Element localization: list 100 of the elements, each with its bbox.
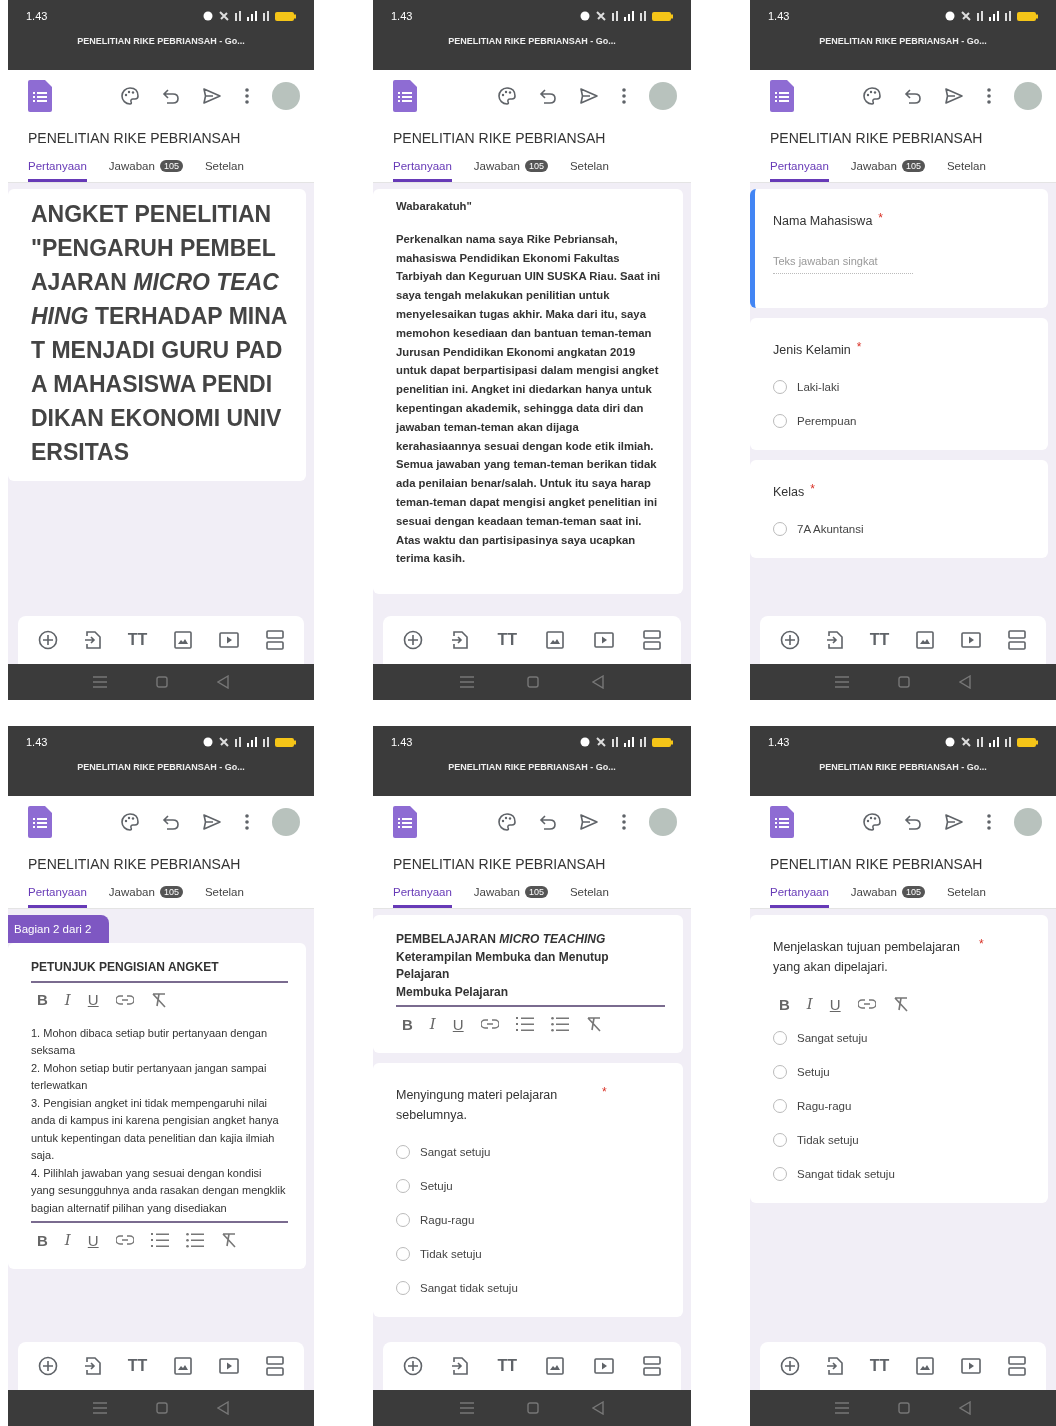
section-icon[interactable] — [266, 630, 284, 650]
home-icon[interactable] — [898, 1402, 910, 1414]
undo-icon[interactable] — [904, 87, 922, 105]
image-icon[interactable] — [546, 631, 565, 649]
image-icon[interactable] — [174, 1357, 193, 1375]
tab[interactable]: Jawaban 105 — [850, 882, 925, 908]
palette-icon[interactable] — [862, 812, 882, 832]
forms-icon[interactable] — [28, 806, 52, 838]
format-button[interactable]: B — [37, 991, 48, 1008]
option-label[interactable]: Laki-laki — [797, 381, 840, 393]
more-icon[interactable] — [244, 87, 250, 105]
forms-icon[interactable] — [393, 806, 417, 838]
send-icon[interactable] — [944, 813, 964, 831]
option-label[interactable]: Ragu-ragu — [420, 1214, 475, 1226]
home-icon[interactable] — [527, 676, 539, 688]
undo-icon[interactable] — [162, 813, 180, 831]
add-icon[interactable] — [403, 1356, 423, 1376]
text-tool-button[interactable]: TT — [497, 1357, 518, 1375]
numbered-list-icon[interactable] — [515, 1016, 534, 1032]
format-button[interactable]: U — [87, 1231, 99, 1249]
clear-format-icon[interactable] — [585, 1016, 602, 1032]
tab[interactable]: Pertanyaan — [770, 882, 829, 908]
image-icon[interactable] — [174, 631, 193, 649]
image-icon[interactable] — [916, 1357, 935, 1375]
option-label[interactable]: Perempuan — [797, 415, 857, 427]
format-button[interactable]: U — [829, 995, 841, 1013]
tab[interactable]: Setelan — [204, 882, 244, 908]
option-label[interactable]: Ragu-ragu — [797, 1100, 852, 1112]
format-button[interactable]: I — [64, 1231, 71, 1249]
option-label[interactable]: 7A Akuntansi — [797, 523, 864, 535]
add-icon[interactable] — [780, 630, 800, 650]
image-icon[interactable] — [546, 1357, 565, 1375]
back-icon[interactable] — [217, 1401, 230, 1415]
tab[interactable]: Setelan — [946, 156, 986, 182]
option-label[interactable]: Tidak setuju — [420, 1248, 482, 1260]
option-label[interactable]: Sangat tidak setuju — [797, 1168, 895, 1180]
home-icon[interactable] — [156, 1402, 168, 1414]
undo-icon[interactable] — [539, 87, 557, 105]
section-icon[interactable] — [642, 630, 661, 650]
home-icon[interactable] — [527, 1402, 539, 1414]
import-icon[interactable] — [84, 1356, 101, 1376]
clear-format-icon[interactable] — [150, 991, 167, 1008]
import-icon[interactable] — [84, 630, 101, 650]
tab[interactable]: Pertanyaan — [770, 156, 829, 182]
format-button[interactable]: I — [64, 990, 71, 1009]
tab[interactable]: Setelan — [946, 882, 986, 908]
add-icon[interactable] — [403, 630, 423, 650]
text-editor[interactable]: PEMBELAJARAN MICRO TEACHING Keterampilan Membuka dan Menutup Pelajaran Membuka Pelajaran — [396, 923, 665, 1007]
section-icon[interactable] — [266, 1356, 284, 1376]
clear-format-icon[interactable] — [892, 996, 909, 1012]
text-tool-button[interactable]: TT — [497, 631, 518, 649]
format-button[interactable]: B — [37, 1231, 48, 1249]
send-icon[interactable] — [579, 87, 599, 105]
clear-format-icon[interactable] — [220, 1232, 237, 1248]
palette-icon[interactable] — [120, 812, 140, 832]
section-icon[interactable] — [1008, 1356, 1026, 1376]
tab[interactable]: Jawaban 105 — [108, 156, 183, 182]
link-icon[interactable] — [480, 1019, 499, 1029]
numbered-list-icon[interactable] — [150, 1232, 169, 1248]
link-icon[interactable] — [857, 999, 876, 1009]
forms-icon[interactable] — [393, 80, 417, 112]
add-icon[interactable] — [38, 630, 58, 650]
send-icon[interactable] — [579, 813, 599, 831]
format-button[interactable]: U — [87, 991, 99, 1008]
undo-icon[interactable] — [539, 813, 557, 831]
back-icon[interactable] — [592, 1401, 605, 1415]
more-icon[interactable] — [621, 87, 627, 105]
back-icon[interactable] — [592, 675, 605, 689]
more-icon[interactable] — [244, 813, 250, 831]
bulleted-list-icon[interactable] — [185, 1232, 204, 1248]
import-icon[interactable] — [452, 630, 469, 650]
tab[interactable]: Jawaban 105 — [473, 882, 548, 908]
option-label[interactable]: Setuju — [420, 1180, 453, 1192]
image-icon[interactable] — [916, 631, 935, 649]
undo-icon[interactable] — [904, 813, 922, 831]
link-icon[interactable] — [115, 1235, 134, 1245]
forms-icon[interactable] — [770, 80, 794, 112]
tab[interactable]: Setelan — [569, 882, 609, 908]
tab[interactable]: Setelan — [204, 156, 244, 182]
more-icon[interactable] — [986, 87, 992, 105]
back-icon[interactable] — [959, 1401, 972, 1415]
tab[interactable]: Setelan — [569, 156, 609, 182]
forms-icon[interactable] — [28, 80, 52, 112]
forms-icon[interactable] — [770, 806, 794, 838]
undo-icon[interactable] — [162, 87, 180, 105]
format-button[interactable]: B — [402, 1015, 413, 1033]
tab[interactable]: Jawaban 105 — [850, 156, 925, 182]
text-editor[interactable]: PETUNJUK PENGISIAN ANGKET — [31, 951, 288, 983]
tab[interactable]: Pertanyaan — [393, 882, 452, 908]
link-icon[interactable] — [115, 994, 134, 1005]
more-icon[interactable] — [986, 813, 992, 831]
text-tool-button[interactable]: TT — [127, 1357, 148, 1375]
option-label[interactable]: Sangat tidak setuju — [420, 1282, 518, 1294]
import-icon[interactable] — [452, 1356, 469, 1376]
text-tool-button[interactable]: TT — [869, 1357, 890, 1375]
home-icon[interactable] — [156, 676, 168, 688]
add-icon[interactable] — [780, 1356, 800, 1376]
back-icon[interactable] — [959, 675, 972, 689]
send-icon[interactable] — [944, 87, 964, 105]
section-icon[interactable] — [1008, 630, 1026, 650]
